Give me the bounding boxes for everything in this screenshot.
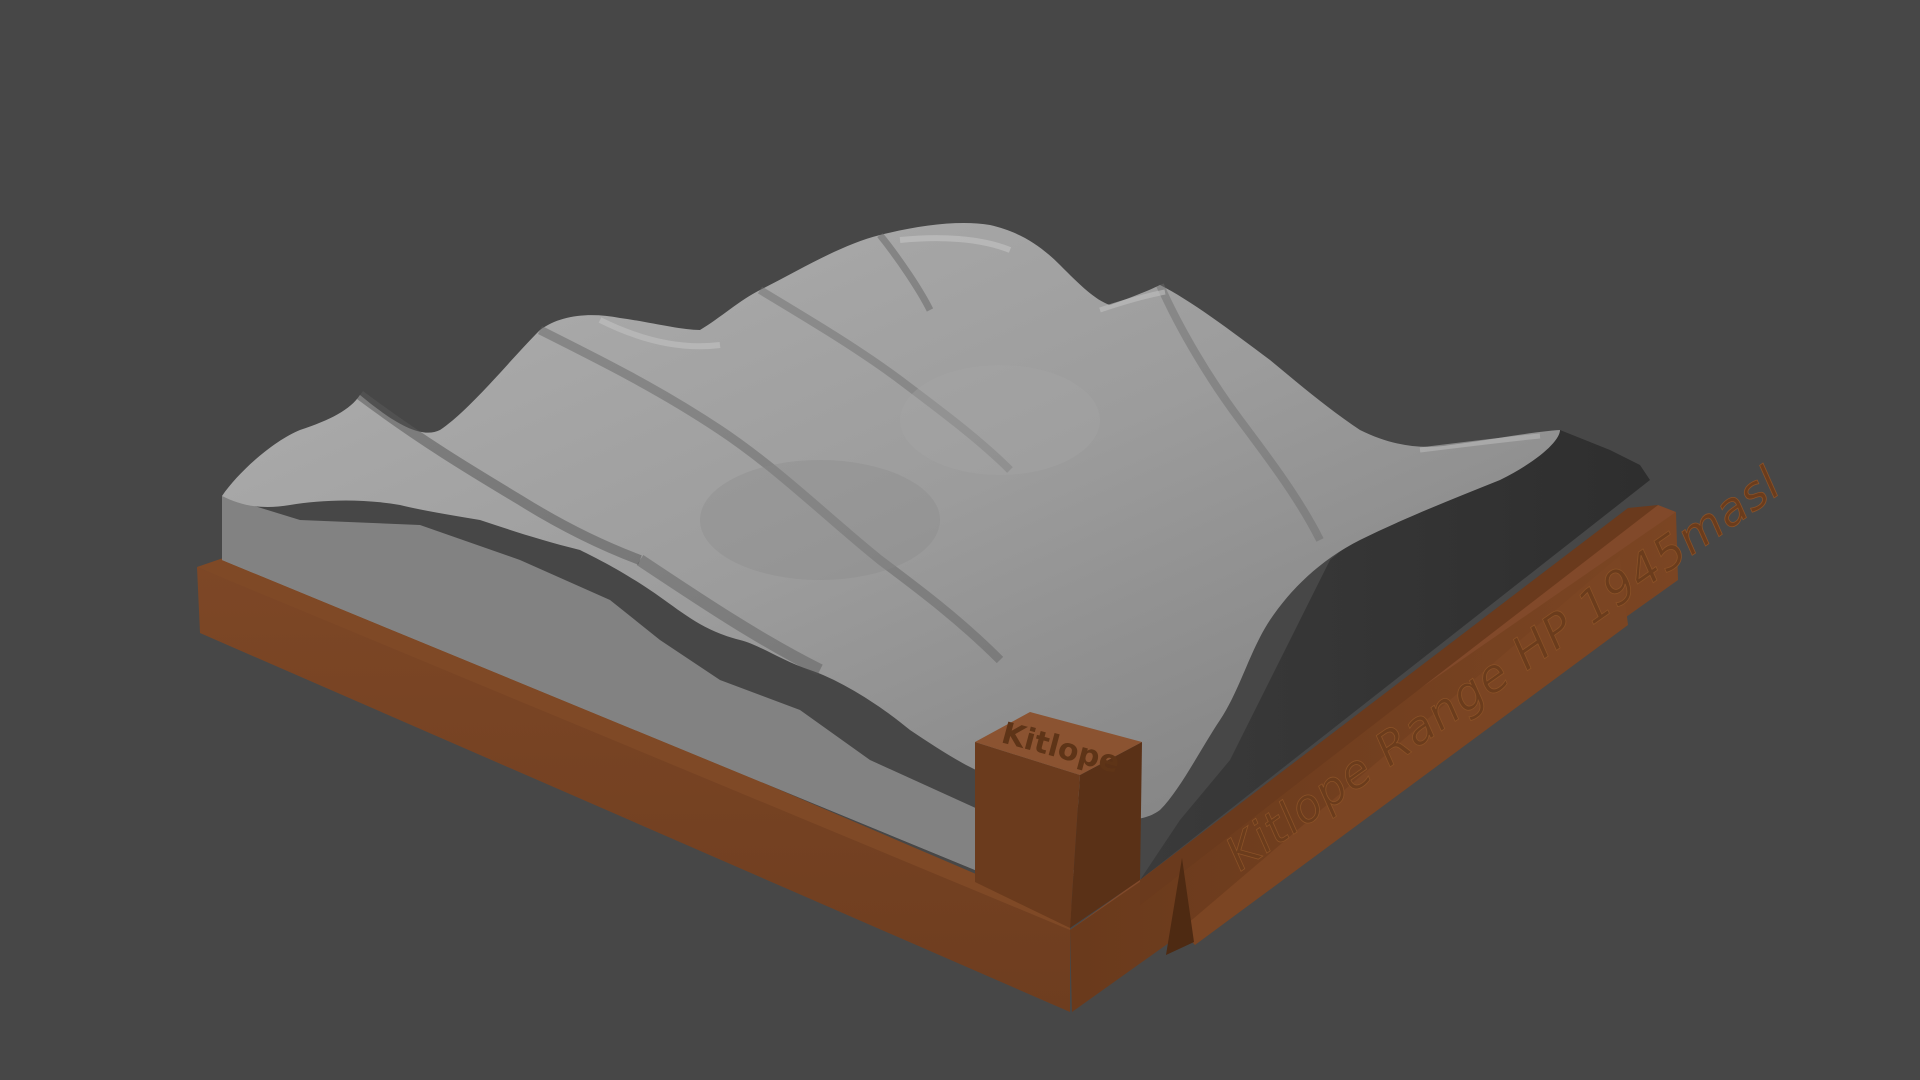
3d-viewport[interactable]: Kitlope Kitlope Range HP 1945masl — [0, 0, 1920, 1080]
terrain-model-render: Kitlope Kitlope Range HP 1945masl — [197, 223, 1791, 1012]
terrain-peak-shade-2 — [900, 365, 1100, 475]
terrain-peak-shade — [700, 460, 940, 580]
